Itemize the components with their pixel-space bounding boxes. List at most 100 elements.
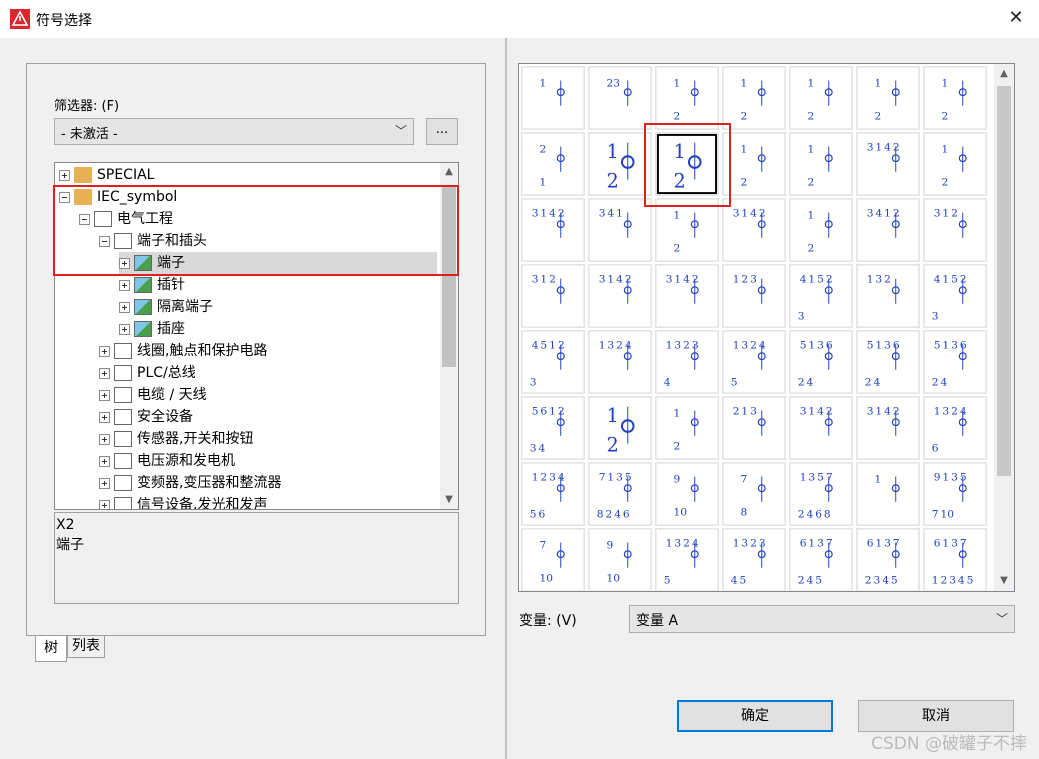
scroll-up-icon[interactable]: ▲ <box>440 163 458 181</box>
terminal-symbol-icon: 1324 <box>599 338 632 370</box>
panel-divider[interactable] <box>505 38 507 759</box>
symbol-cell[interactable]: 12 <box>588 132 652 196</box>
close-button[interactable]: ✕ <box>993 0 1039 38</box>
scroll-thumb[interactable] <box>997 86 1011 476</box>
expand-icon[interactable] <box>99 433 110 445</box>
cancel-button[interactable]: 取消 <box>858 700 1014 732</box>
symbol-cell[interactable]: 312 <box>521 264 585 328</box>
tree-node-signal-devices[interactable]: 信号设备,发光和发声 <box>99 494 267 509</box>
symbol-cell[interactable]: 12 <box>655 66 719 130</box>
tab-list[interactable]: 列表 <box>67 636 105 658</box>
symbol-cell[interactable]: 1 <box>521 66 585 130</box>
symbol-cell[interactable]: 1324 <box>588 330 652 394</box>
symbol-cell[interactable]: 1357 2468 <box>789 462 853 526</box>
symbol-cell[interactable]: 12 <box>789 66 853 130</box>
tree-node-power-sources[interactable]: 电压源和发电机 <box>99 450 235 472</box>
symbol-cell[interactable]: 3142 <box>588 264 652 328</box>
scroll-up-icon[interactable]: ▲ <box>994 64 1014 84</box>
grid-scrollbar[interactable]: ▲ ▼ <box>994 64 1014 591</box>
symbol-cell[interactable]: 12 <box>856 66 920 130</box>
tree-node-plc-bus[interactable]: PLC/总线 <box>99 362 196 384</box>
symbol-cell[interactable]: 13234 <box>655 330 719 394</box>
symbol-cell[interactable]: 12 <box>655 396 719 460</box>
expand-icon[interactable] <box>99 345 110 357</box>
terminal-number: 7 <box>826 536 833 549</box>
symbol-cell[interactable]: 1 <box>856 462 920 526</box>
symbol-cell[interactable]: 613712345 <box>923 528 987 591</box>
terminal-number: 4 <box>538 441 545 454</box>
symbol-cell[interactable]: 12 <box>655 198 719 262</box>
terminal-number: 2 <box>893 206 900 219</box>
symbol-cell[interactable]: 1234 56 <box>521 462 585 526</box>
symbol-cell[interactable]: 132345 <box>722 528 786 591</box>
expand-icon[interactable] <box>99 389 110 401</box>
filter-select[interactable]: - 未激活 - ﹀ <box>54 118 414 145</box>
symbol-cell[interactable]: 3142 <box>521 198 585 262</box>
symbol-cell[interactable]: 4152 3 <box>923 264 987 328</box>
scroll-down-icon[interactable]: ▼ <box>994 571 1014 591</box>
variant-select[interactable]: 变量 A ﹀ <box>629 605 1015 633</box>
symbol-cell[interactable]: 3142 <box>789 396 853 460</box>
symbol-cell[interactable]: 5136 24 <box>923 330 987 394</box>
tree-node-sensors[interactable]: 传感器,开关和按钮 <box>99 428 253 450</box>
symbol-cell[interactable]: 12 <box>923 132 987 196</box>
symbol-cell[interactable]: 3142 <box>722 198 786 262</box>
symbol-cell[interactable]: 5136 24 <box>856 330 920 394</box>
symbol-cell[interactable]: 1324 5 <box>655 528 719 591</box>
symbol-cell[interactable]: 23 <box>588 66 652 130</box>
symbol-cell[interactable]: 5136 24 <box>789 330 853 394</box>
symbol-cell[interactable]: 4512 3 <box>521 330 585 394</box>
symbol-cell[interactable]: 61372345 <box>856 528 920 591</box>
expand-icon[interactable] <box>99 411 110 423</box>
tree-node-cable-antenna[interactable]: 电缆 / 天线 <box>99 384 207 406</box>
symbol-cell[interactable]: 12 <box>789 198 853 262</box>
expand-icon[interactable] <box>99 367 110 379</box>
tree-node-coils[interactable]: 线圈,触点和保护电路 <box>99 340 267 362</box>
symbol-cell[interactable]: 78 <box>722 462 786 526</box>
symbol-cell[interactable]: 132 <box>856 264 920 328</box>
symbol-cell[interactable]: 7 10 <box>521 528 585 591</box>
symbol-cell[interactable]: 213 <box>722 396 786 460</box>
symbol-cell[interactable]: 5612 34 <box>521 396 585 460</box>
symbol-cell[interactable]: 4152 3 <box>789 264 853 328</box>
tree-node-socket[interactable]: 插座 <box>119 318 185 340</box>
expand-icon[interactable] <box>119 279 130 291</box>
symbol-cell[interactable]: 21 <box>521 132 585 196</box>
expand-icon[interactable] <box>119 323 130 335</box>
symbol-cell[interactable]: 6137 245 <box>789 528 853 591</box>
filter-more-button[interactable]: ... <box>426 118 458 145</box>
symbol-cell[interactable]: 3142 <box>856 396 920 460</box>
expand-icon[interactable] <box>99 477 110 489</box>
symbol-cell[interactable]: 3142 <box>655 264 719 328</box>
tree-node-isolating-terminal[interactable]: 隔离端子 <box>119 296 213 318</box>
scroll-down-icon[interactable]: ▼ <box>440 491 458 509</box>
symbol-cell[interactable]: 12 <box>722 66 786 130</box>
symbol-cell[interactable]: 341 <box>588 198 652 262</box>
symbol-cell[interactable]: 1324 6 <box>923 396 987 460</box>
ok-button[interactable]: 确定 <box>677 700 833 732</box>
symbol-cell[interactable]: 9 10 <box>588 528 652 591</box>
symbol-cell[interactable]: 3412 <box>856 198 920 262</box>
symbol-cell[interactable]: 1324 5 <box>722 330 786 394</box>
expand-icon[interactable] <box>119 301 130 313</box>
symbol-cell[interactable]: 12 <box>588 396 652 460</box>
symbol-grid[interactable]: 1 23 1 2 1 2 1 2 1 2 1 2 2 1 1 2 1 2 1 2 1 2 3 1 4 2 1 2 3 1 4 2 3 4 1 1 2 3 1… <box>518 63 1015 592</box>
tree-node-safety[interactable]: 安全设备 <box>99 406 193 428</box>
expand-icon[interactable] <box>59 169 70 181</box>
symbol-cell[interactable]: 123 <box>722 264 786 328</box>
tree-node-special[interactable]: SPECIAL <box>59 164 154 186</box>
tree-node-converters[interactable]: 变频器,变压器和整流器 <box>99 472 281 494</box>
terminal-number: 5 <box>664 573 671 586</box>
expand-icon[interactable] <box>99 499 110 509</box>
symbol-cell[interactable]: 12 <box>789 132 853 196</box>
symbol-cell[interactable]: 12 <box>923 66 987 130</box>
tree-node-pin[interactable]: 插针 <box>119 274 185 296</box>
symbol-cell[interactable]: 12 <box>722 132 786 196</box>
symbol-cell[interactable]: 3142 <box>856 132 920 196</box>
symbol-cell[interactable]: 7135 8246 <box>588 462 652 526</box>
tab-tree[interactable]: 树 <box>35 636 67 662</box>
symbol-cell[interactable]: 312 <box>923 198 987 262</box>
expand-icon[interactable] <box>99 455 110 467</box>
symbol-cell[interactable]: 9 10 <box>655 462 719 526</box>
symbol-cell[interactable]: 9 1 3 5 7 10 <box>923 462 987 526</box>
